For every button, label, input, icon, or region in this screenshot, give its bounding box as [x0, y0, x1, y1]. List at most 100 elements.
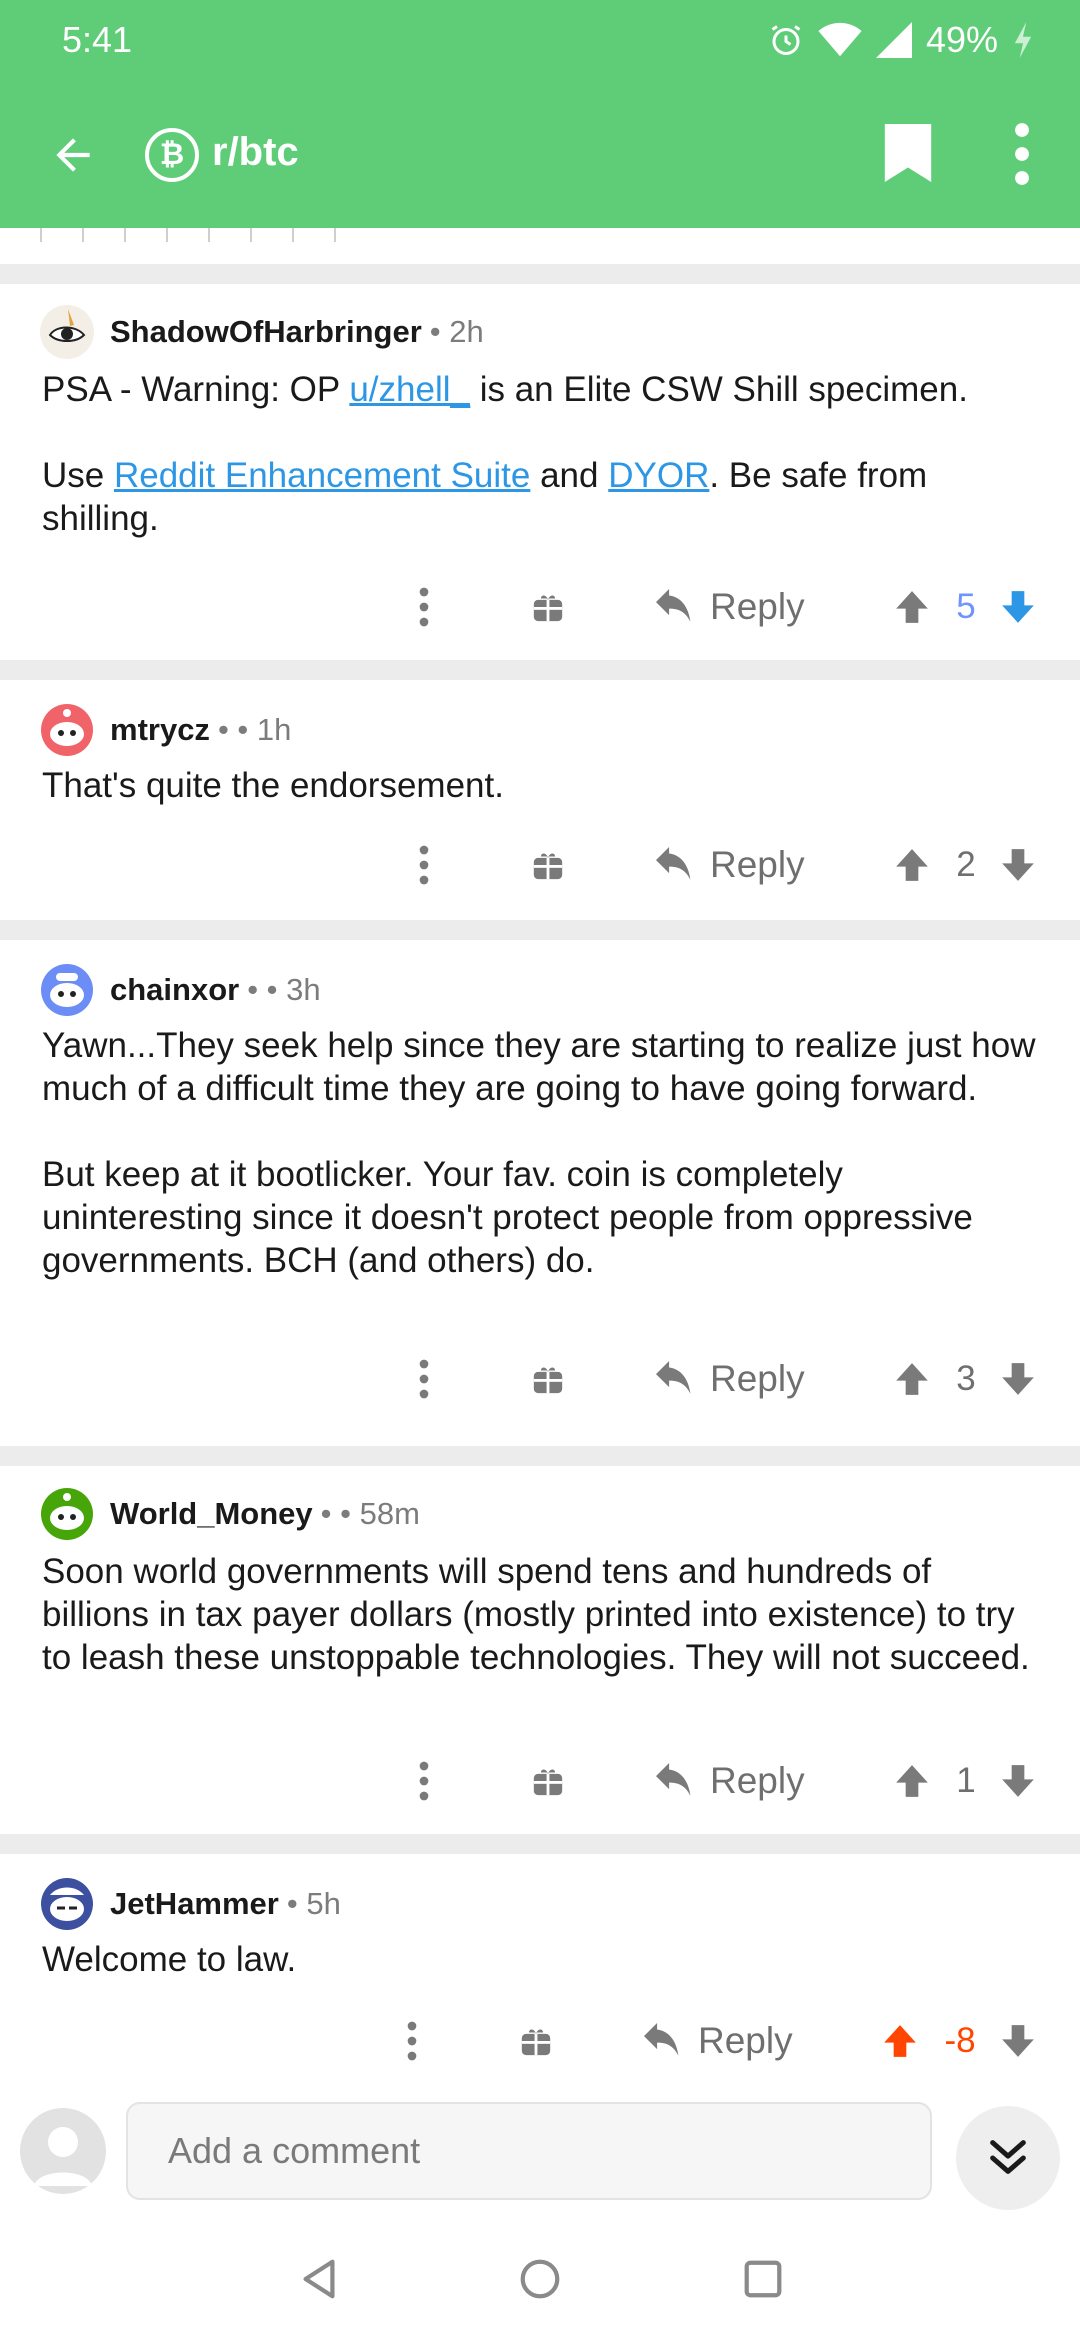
reply-button[interactable]: Reply: [654, 1344, 805, 1414]
upvote-button[interactable]: [892, 572, 932, 642]
comment-meta: • • 1h: [217, 712, 292, 747]
gift-icon: [533, 1367, 563, 1394]
avatar[interactable]: [40, 963, 94, 1017]
gift-icon: [533, 595, 563, 622]
user-link[interactable]: u/zhell_: [349, 370, 470, 409]
comment-body: Welcome to law.: [42, 1940, 297, 1979]
downvote-button[interactable]: [998, 1344, 1038, 1414]
gift-icon: [533, 1769, 563, 1796]
separator: [0, 1834, 1080, 1854]
comment-actions: Reply 5: [0, 572, 1080, 642]
upvote-button[interactable]: [892, 1746, 932, 1816]
separator: [0, 264, 1080, 284]
score: 1: [956, 1761, 976, 1800]
more-options-button[interactable]: [1012, 122, 1032, 191]
avatar[interactable]: [40, 1877, 94, 1931]
reply-label: Reply: [710, 586, 805, 627]
avatar[interactable]: [40, 1487, 94, 1541]
separator: [0, 1446, 1080, 1466]
avatar[interactable]: [40, 305, 94, 359]
downvote-icon: [1002, 849, 1034, 881]
comment-composer: Add a comment: [0, 2086, 1080, 2216]
res-link[interactable]: Reddit Enhancement Suite: [114, 456, 530, 495]
nav-recents-icon[interactable]: [740, 2256, 786, 2302]
collapse-button[interactable]: [956, 2106, 1060, 2210]
user-avatar[interactable]: [20, 2108, 106, 2194]
username[interactable]: World_Money: [110, 1496, 313, 1532]
more-vert-icon: [419, 1359, 429, 1399]
comment-meta: • • 58m: [320, 1496, 420, 1531]
upvote-button[interactable]: [892, 1344, 932, 1414]
downvote-button[interactable]: [998, 830, 1038, 900]
more-button[interactable]: [404, 1344, 444, 1414]
downvote-icon: [1002, 2025, 1034, 2057]
more-vert-icon: [419, 1761, 429, 1801]
reply-button[interactable]: Reply: [654, 830, 805, 900]
username[interactable]: ShadowOfHarbringer: [110, 314, 422, 350]
collapse-icon: [990, 2140, 1026, 2174]
alarm-icon: [771, 25, 801, 55]
downvote-button[interactable]: [998, 572, 1038, 642]
comment-input[interactable]: Add a comment: [126, 2102, 932, 2200]
award-button[interactable]: [528, 1746, 568, 1816]
charging-icon: [1014, 22, 1032, 58]
upvote-icon: [896, 591, 928, 623]
upvote-button[interactable]: [892, 830, 932, 900]
comment-meta: • • 3h: [247, 972, 321, 1007]
comment-actions: Reply -8: [0, 2006, 1080, 2076]
separator: [0, 660, 1080, 680]
score: 3: [956, 1359, 976, 1398]
upvote-button[interactable]: [880, 2006, 920, 2076]
system-nav-bar: [0, 2216, 1080, 2340]
comment-body: Soon world governments will spend tens a…: [42, 1552, 1030, 1677]
status-bar: 5:41 49%: [0, 0, 1080, 80]
reply-label: Reply: [710, 1358, 805, 1399]
app-bar: 5:41 49% ₿ r/btc: [0, 0, 1080, 228]
downvote-icon: [1002, 1363, 1034, 1395]
more-button[interactable]: [404, 830, 444, 900]
award-button[interactable]: [528, 830, 568, 900]
nav-home-icon[interactable]: [517, 2256, 563, 2302]
bitcoin-icon: ₿: [145, 128, 199, 182]
downvote-button[interactable]: [998, 1746, 1038, 1816]
dyor-link[interactable]: DYOR: [608, 456, 709, 495]
comment-actions: Reply 3: [0, 1344, 1080, 1414]
username[interactable]: mtrycz: [110, 712, 210, 748]
reply-button[interactable]: Reply: [654, 572, 805, 642]
award-button[interactable]: [528, 1344, 568, 1414]
downvote-button[interactable]: [998, 2006, 1038, 2076]
username[interactable]: chainxor: [110, 972, 239, 1008]
reply-label: Reply: [710, 844, 805, 885]
wifi-icon: [818, 22, 862, 57]
more-vert-icon: [419, 845, 429, 885]
separator: [0, 920, 1080, 940]
back-button[interactable]: [40, 122, 106, 188]
reply-icon: [656, 1361, 691, 1394]
upvote-icon: [896, 849, 928, 881]
comment-actions: Reply 1: [0, 1746, 1080, 1816]
subreddit-title[interactable]: r/btc: [212, 130, 299, 175]
more-vert-icon: [1015, 123, 1029, 185]
reply-label: Reply: [710, 1760, 805, 1801]
upvote-icon: [884, 2025, 916, 2057]
more-button[interactable]: [404, 572, 444, 642]
reply-label: Reply: [698, 2020, 793, 2061]
upvote-icon: [896, 1363, 928, 1395]
award-button[interactable]: [528, 572, 568, 642]
downvote-icon: [1002, 1765, 1034, 1797]
signal-icon: [875, 22, 912, 58]
username[interactable]: JetHammer: [110, 1886, 279, 1922]
nav-back-icon[interactable]: [296, 2256, 342, 2302]
bookmark-button[interactable]: [884, 124, 932, 187]
thread-lines: [40, 228, 360, 242]
more-vert-icon: [407, 2021, 417, 2061]
avatar[interactable]: [40, 703, 94, 757]
reply-button[interactable]: Reply: [654, 1746, 805, 1816]
reply-icon: [656, 1763, 691, 1796]
more-button[interactable]: [404, 1746, 444, 1816]
award-button[interactable]: [516, 2006, 556, 2076]
reply-button[interactable]: Reply: [642, 2006, 793, 2076]
reply-icon: [644, 2023, 679, 2056]
more-button[interactable]: [392, 2006, 432, 2076]
reply-icon: [656, 589, 691, 622]
